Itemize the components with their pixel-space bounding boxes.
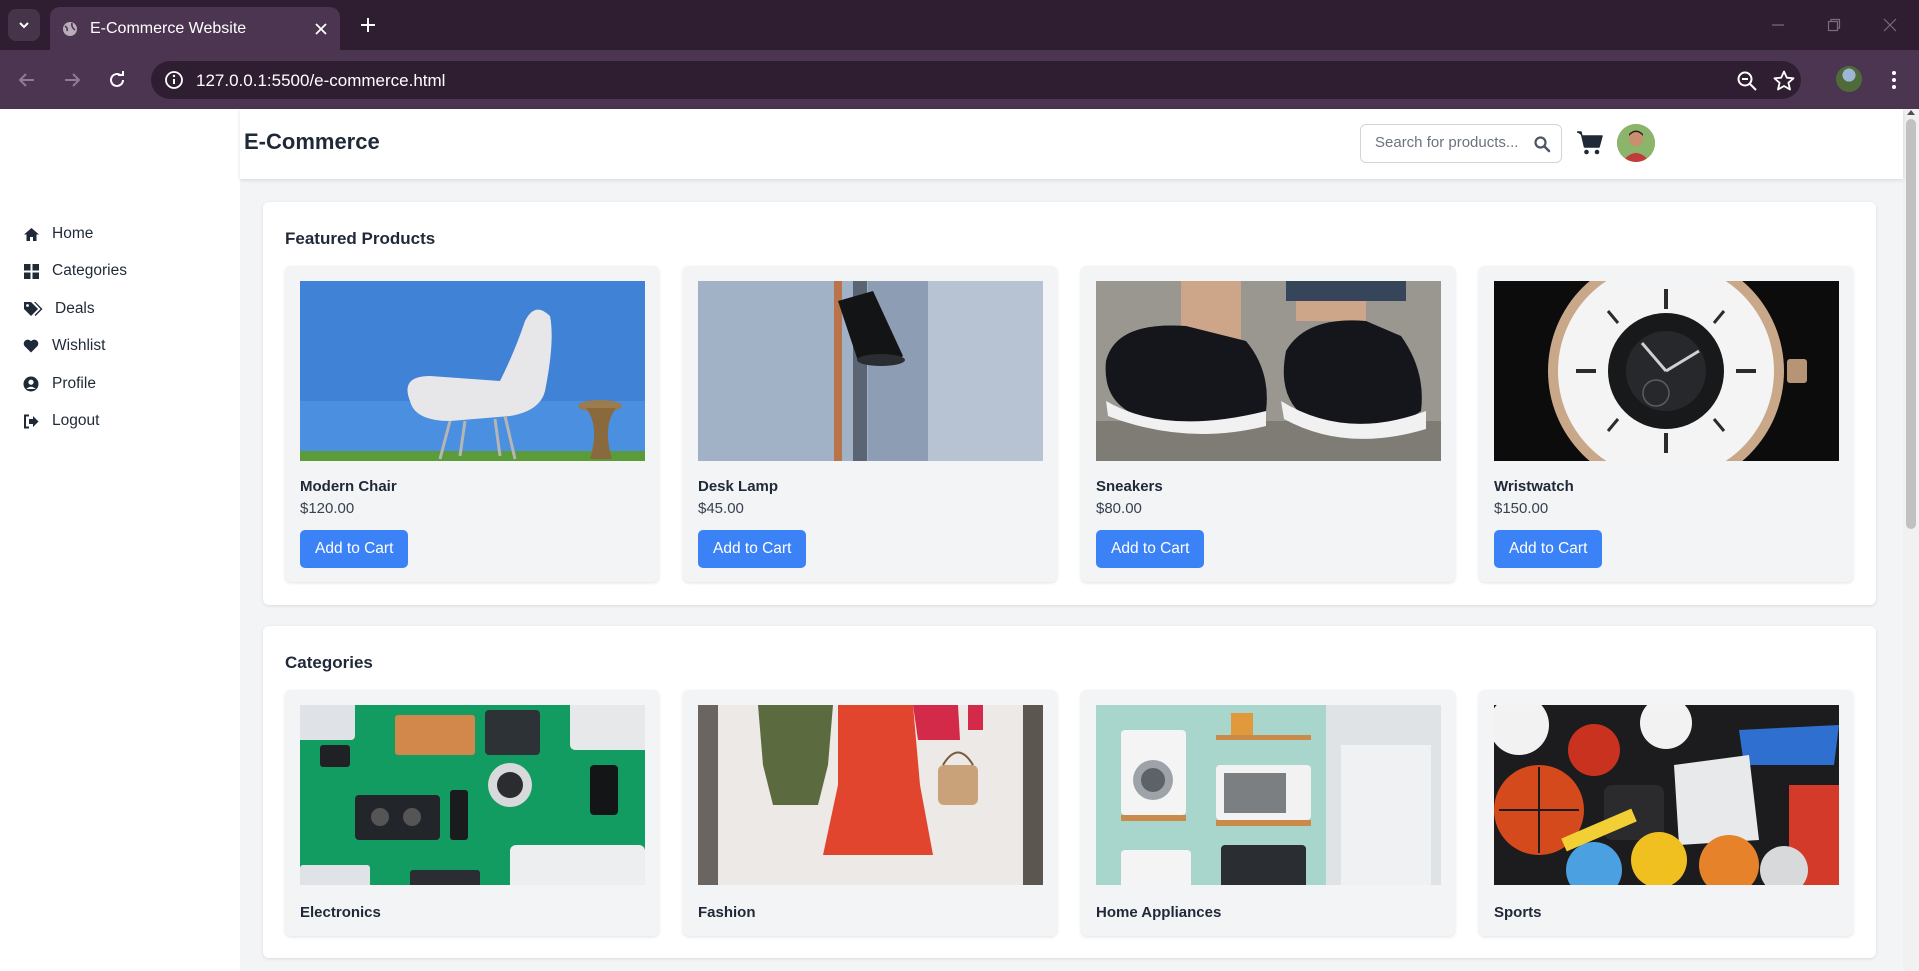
category-card[interactable]: Fashion	[683, 690, 1057, 936]
product-price: $150.00	[1494, 500, 1549, 517]
sidebar-item-label: Deals	[55, 300, 95, 317]
arrow-right-icon	[65, 73, 81, 87]
browser-tab[interactable]: E-Commerce Website	[50, 7, 340, 50]
featured-products-section: Featured Products Modern Chair $120.00 A…	[263, 202, 1876, 605]
product-name: Wristwatch	[1494, 478, 1574, 495]
search-icon[interactable]	[1533, 135, 1551, 153]
add-to-cart-button[interactable]: Add to Cart	[300, 530, 409, 568]
tab-search-button[interactable]	[8, 9, 40, 41]
add-to-cart-button[interactable]: Add to Cart	[698, 530, 807, 568]
close-icon	[1883, 18, 1897, 32]
category-name: Home Appliances	[1096, 904, 1222, 921]
sidebar-item-label: Wishlist	[52, 337, 106, 354]
new-tab-button[interactable]	[352, 9, 384, 41]
chevron-down-icon	[19, 22, 29, 29]
product-name: Modern Chair	[300, 478, 397, 495]
main-content: Featured Products Modern Chair $120.00 A…	[240, 179, 1903, 971]
category-name: Electronics	[300, 904, 381, 921]
home-icon	[22, 225, 40, 243]
window-close-button[interactable]	[1870, 10, 1910, 40]
sidebar-item-deals[interactable]: Deals	[22, 296, 95, 322]
tab-title: E-Commerce Website	[90, 19, 247, 37]
shopping-cart-icon[interactable]	[1576, 129, 1604, 157]
reload-icon	[110, 71, 124, 87]
sidebar-item-label: Categories	[52, 262, 127, 279]
product-price: $80.00	[1096, 500, 1142, 517]
product-card[interactable]: Sneakers $80.00 Add to Cart	[1081, 266, 1455, 582]
add-to-cart-button[interactable]: Add to Cart	[1494, 530, 1603, 568]
category-image-electronics[interactable]	[300, 705, 645, 885]
category-image-sports[interactable]	[1494, 705, 1839, 885]
globe-icon	[63, 21, 77, 36]
scrollbar-thumb[interactable]	[1906, 119, 1916, 529]
more-vertical-icon	[1892, 71, 1896, 89]
user-circle-icon	[22, 375, 40, 393]
product-image-wristwatch[interactable]	[1494, 281, 1839, 461]
minimize-icon	[1772, 24, 1784, 26]
category-card[interactable]: Electronics	[285, 690, 659, 936]
browser-tab-bar: E-Commerce Website	[0, 0, 1919, 50]
plus-icon	[361, 18, 375, 32]
info-icon[interactable]	[163, 69, 185, 91]
zoom-out-icon[interactable]	[1735, 69, 1759, 93]
star-icon[interactable]	[1772, 69, 1796, 93]
site-header: E-Commerce	[240, 109, 1903, 179]
search-box	[1360, 124, 1562, 163]
category-card[interactable]: Sports	[1479, 690, 1853, 936]
sidebar-item-label: Profile	[52, 375, 96, 392]
product-image-modern-chair[interactable]	[300, 281, 645, 461]
sign-out-icon	[22, 412, 40, 430]
sidebar-item-home[interactable]: Home	[22, 221, 93, 247]
arrow-left-icon	[18, 73, 34, 87]
minimize-button[interactable]	[1758, 10, 1798, 40]
category-image-fashion[interactable]	[698, 705, 1043, 885]
close-icon[interactable]	[314, 22, 328, 36]
grid-icon	[22, 262, 40, 280]
browser-profile-avatar[interactable]	[1836, 66, 1862, 92]
category-name: Sports	[1494, 904, 1542, 921]
forward-button[interactable]	[56, 64, 88, 96]
restore-button[interactable]	[1814, 10, 1854, 40]
section-title: Categories	[285, 653, 373, 672]
product-image-sneakers[interactable]	[1096, 281, 1441, 461]
page-scrollbar[interactable]	[1903, 109, 1919, 971]
sidebar-item-wishlist[interactable]: Wishlist	[22, 333, 105, 359]
product-card[interactable]: Modern Chair $120.00 Add to Cart	[285, 266, 659, 582]
browser-menu-button[interactable]	[1882, 64, 1906, 96]
sidebar-item-label: Logout	[52, 412, 100, 429]
user-avatar[interactable]	[1617, 124, 1655, 162]
scroll-up-arrow-icon[interactable]	[1907, 110, 1915, 115]
back-button[interactable]	[11, 64, 43, 96]
sidebar-item-categories[interactable]: Categories	[22, 258, 127, 284]
product-card[interactable]: Desk Lamp $45.00 Add to Cart	[683, 266, 1057, 582]
product-price: $120.00	[300, 500, 355, 517]
restore-icon	[1827, 18, 1841, 32]
sidebar-item-profile[interactable]: Profile	[22, 371, 96, 397]
heart-icon	[22, 337, 40, 355]
categories-section: Categories Electronics Fashion Home Appl…	[263, 626, 1876, 958]
product-name: Desk Lamp	[698, 478, 779, 495]
product-image-desk-lamp[interactable]	[698, 281, 1043, 461]
url-text: 127.0.0.1:5500/e-commerce.html	[196, 71, 446, 90]
site-brand[interactable]: E-Commerce	[244, 129, 380, 155]
tags-icon	[22, 300, 43, 318]
reload-button[interactable]	[101, 64, 133, 96]
sidebar-item-label: Home	[52, 225, 94, 242]
add-to-cart-button[interactable]: Add to Cart	[1096, 530, 1205, 568]
category-card[interactable]: Home Appliances	[1081, 690, 1455, 936]
product-name: Sneakers	[1096, 478, 1163, 495]
product-card[interactable]: Wristwatch $150.00 Add to Cart	[1479, 266, 1853, 582]
sidebar-item-logout[interactable]: Logout	[22, 408, 99, 434]
search-input[interactable]	[1375, 134, 1525, 151]
product-price: $45.00	[698, 500, 744, 517]
section-title: Featured Products	[285, 229, 436, 248]
sidebar: Home Categories Deals Wishlist Profile L…	[0, 109, 240, 971]
web-page: Home Categories Deals Wishlist Profile L…	[0, 109, 1903, 971]
category-image-home-appliances[interactable]	[1096, 705, 1441, 885]
address-bar[interactable]: 127.0.0.1:5500/e-commerce.html	[151, 61, 1801, 99]
category-name: Fashion	[698, 904, 756, 921]
